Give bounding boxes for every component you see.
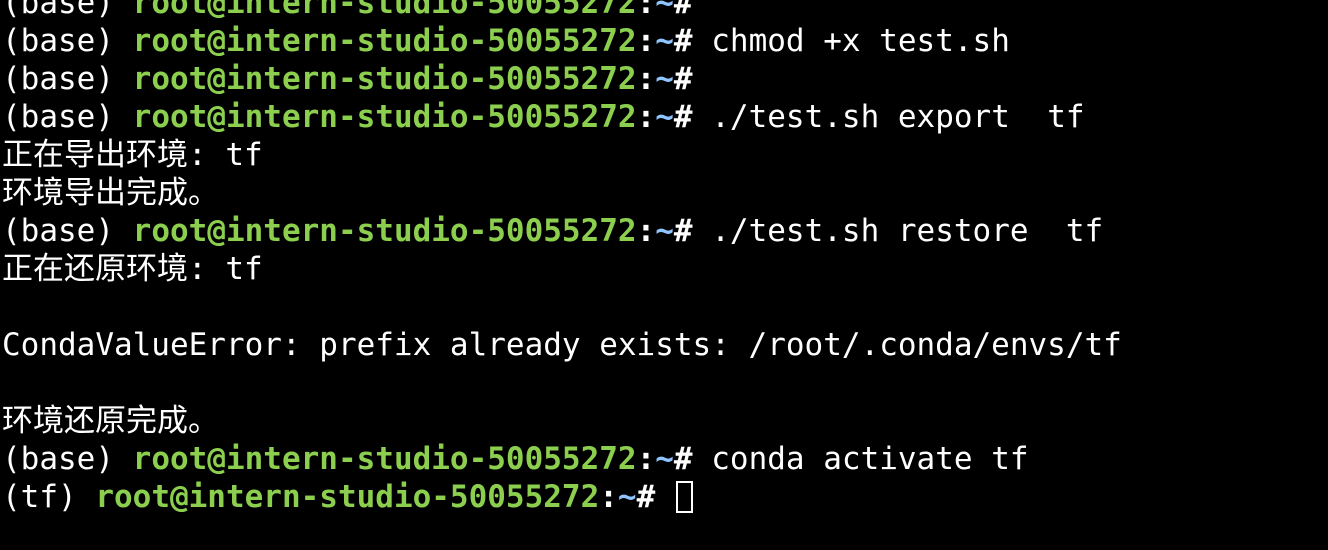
prompt-symbol: #: [636, 479, 656, 515]
user-host: root@intern-studio-50055272: [132, 61, 637, 97]
working-directory: ~: [617, 479, 637, 515]
command-text: chmod +x test.sh: [692, 23, 1010, 59]
command-text: conda activate tf: [692, 441, 1029, 477]
terminal-line: (base) root@intern-studio-50055272:~# co…: [2, 440, 1122, 478]
command-input[interactable]: [655, 479, 674, 515]
terminal-input-line[interactable]: (tf) root@intern-studio-50055272:~#: [2, 478, 1122, 516]
text-cursor: [675, 481, 693, 513]
prompt-symbol: #: [673, 213, 693, 249]
conda-env: (base): [2, 0, 133, 21]
working-directory: ~: [655, 0, 674, 21]
terminal-line: (base) root@intern-studio-50055272:~#: [2, 60, 1122, 98]
user-host: root@intern-studio-50055272: [95, 479, 600, 515]
conda-env: (base): [2, 23, 133, 59]
conda-env: (base): [2, 99, 133, 135]
conda-env: (tf): [2, 479, 96, 515]
prompt-colon: :: [636, 99, 656, 135]
terminal-window[interactable]: (base) root@intern-studio-50055272:~# (b…: [0, 0, 1328, 550]
conda-env: (base): [2, 61, 133, 97]
conda-env: (base): [2, 441, 133, 477]
output-line: 正在还原环境: tf: [2, 251, 263, 287]
prompt-colon: :: [599, 479, 618, 515]
prompt-colon: :: [636, 213, 656, 249]
terminal-line: (base) root@intern-studio-50055272:~# ch…: [2, 22, 1122, 60]
prompt-symbol: #: [673, 23, 693, 59]
terminal-line: (base) root@intern-studio-50055272:~# ./…: [2, 98, 1122, 136]
user-host: root@intern-studio-50055272: [132, 213, 637, 249]
user-host: root@intern-studio-50055272: [132, 0, 637, 21]
terminal-output: (base) root@intern-studio-50055272:~# (b…: [2, 0, 1122, 516]
working-directory: ~: [655, 213, 674, 249]
working-directory: ~: [655, 23, 674, 59]
user-host: root@intern-studio-50055272: [132, 23, 637, 59]
terminal-line: (base) root@intern-studio-50055272:~# ./…: [2, 212, 1122, 250]
output-line: 正在导出环境: tf: [2, 137, 263, 173]
user-host: root@intern-studio-50055272: [132, 441, 637, 477]
user-host: root@intern-studio-50055272: [132, 99, 637, 135]
prompt-symbol: #: [673, 99, 693, 135]
working-directory: ~: [655, 441, 674, 477]
output-line: 环境还原完成。: [2, 403, 219, 439]
terminal-line: (base) root@intern-studio-50055272:~#: [2, 0, 1122, 22]
prompt-symbol: #: [673, 0, 693, 21]
command-text: ./test.sh restore tf: [692, 213, 1104, 249]
prompt-colon: :: [636, 0, 656, 21]
prompt-colon: :: [636, 23, 656, 59]
working-directory: ~: [655, 61, 674, 97]
output-line: 环境导出完成。: [2, 175, 219, 211]
prompt-colon: :: [636, 441, 656, 477]
prompt-colon: :: [636, 61, 656, 97]
working-directory: ~: [655, 99, 674, 135]
error-line: CondaValueError: prefix already exists: …: [2, 327, 1122, 363]
prompt-symbol: #: [673, 441, 693, 477]
prompt-symbol: #: [673, 61, 693, 97]
conda-env: (base): [2, 213, 133, 249]
command-text: ./test.sh export tf: [692, 99, 1085, 135]
